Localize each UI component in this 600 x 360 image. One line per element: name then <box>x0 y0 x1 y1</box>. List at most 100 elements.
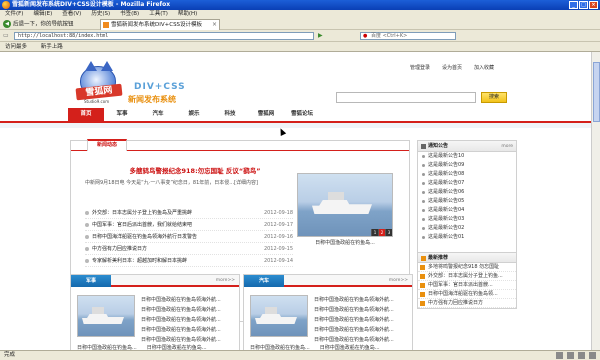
site-search-button[interactable]: 搜索 <box>481 92 507 103</box>
list-item[interactable]: 日称中国渔政船在钓鱼岛领海外航... <box>314 305 410 315</box>
list-item[interactable]: 这是最新公告05 <box>418 197 516 206</box>
nav-item-forum[interactable]: 雪狐论坛 <box>284 108 320 121</box>
list-item[interactable]: 这是最新公告02 <box>418 224 516 233</box>
ship-hull-shape <box>255 314 297 324</box>
add-favorite-link[interactable]: 加入收藏 <box>474 64 494 71</box>
ship-hull-shape <box>82 314 124 324</box>
list-item[interactable]: 这是最新公告04 <box>418 206 516 215</box>
list-item[interactable]: 多地将鸣警报纪念918 勿忘国耻 <box>418 263 516 272</box>
list-item[interactable]: 日称中国渔政船在钓鱼岛领海外航... <box>141 305 237 315</box>
news-date: 2012-09-18 <box>263 210 293 216</box>
hot-header: 最新推荐 <box>418 252 516 263</box>
menu-view[interactable]: 查看(V) <box>62 10 81 19</box>
notice-more-link[interactable]: more <box>501 141 513 152</box>
news-title[interactable]: 外交部：日本志属分子登上钓鱼岛及严重挑衅 <box>85 207 192 219</box>
bookmark-getting-started[interactable]: 新手上路 <box>41 44 63 50</box>
list-item[interactable]: 专家解析美利日本：超越加时和解日本挑衅 2012-09-14 <box>85 255 293 267</box>
photo-caption[interactable]: 日称中国渔政船在钓鱼岛... <box>297 239 393 246</box>
nav-item-entertainment[interactable]: 娱乐 <box>176 108 212 121</box>
list-item[interactable]: 外交部：日本志属分子登上钓鱼岛及严重挑衅 2012-09-18 <box>85 207 293 219</box>
speaker-icon[interactable] <box>578 352 585 359</box>
module-thumbnail[interactable] <box>250 295 308 337</box>
nav-item-tech[interactable]: 科技 <box>212 108 248 121</box>
list-item[interactable]: 日称中国渔政船在钓鱼岛领海外航... <box>314 315 410 325</box>
nav-item-auto[interactable]: 汽车 <box>140 108 176 121</box>
minimize-icon[interactable]: _ <box>569 1 578 9</box>
list-item[interactable]: 中方强有力回应推说日方 2012-09-15 <box>85 243 293 255</box>
network-icon[interactable] <box>589 352 596 359</box>
news-title[interactable]: 中方强有力回应推说日方 <box>85 243 147 255</box>
list-item[interactable]: 中国军事：官日后派出首艘，我们就给结束吧 2012-09-17 <box>85 219 293 231</box>
list-item[interactable]: 日称中国渔政船在钓鱼岛领海外航... <box>314 325 410 335</box>
list-item[interactable]: 日称中国渔政船在钓鱼岛领海外航... <box>314 295 410 305</box>
list-item[interactable]: 这是最新公告06 <box>418 188 516 197</box>
module-thumbnail[interactable] <box>77 295 135 337</box>
featured-photo[interactable]: 1 2 3 <box>297 173 393 237</box>
news-title[interactable]: 专家解析美利日本：超越加时和解日本挑衅 <box>85 255 187 267</box>
list-item[interactable]: 外交部：日本志属分子登上钓鱼... <box>418 272 516 281</box>
news-date: 2012-09-14 <box>263 258 293 264</box>
news-title[interactable]: 日称中国海洋船驱在钓鱼岛领海外航行日发警告 <box>85 231 197 243</box>
pen-icon[interactable] <box>567 352 574 359</box>
admin-login-link[interactable]: 管理登录 <box>410 64 430 71</box>
module-list: 日称中国渔政船在钓鱼岛领海外航... 日称中国渔政船在钓鱼岛领海外航... 日称… <box>314 295 410 345</box>
menu-bookmarks[interactable]: 书签(B) <box>120 10 139 19</box>
firefox-icon <box>2 1 10 9</box>
nav-item-home[interactable]: 首页 <box>68 108 104 121</box>
slide-button-1[interactable]: 1 <box>371 229 378 236</box>
list-item[interactable]: 这是最新公告03 <box>418 215 516 224</box>
list-item[interactable]: 日称中国渔政船在钓鱼岛领海外航... <box>141 325 237 335</box>
close-icon[interactable]: × <box>589 1 598 9</box>
bookmark-most-visited[interactable]: 访问最多 <box>5 44 27 50</box>
menu-help[interactable]: 帮助(H) <box>178 10 197 19</box>
tab-strip: ◀ 后退一下，你的导航按钮 雪狐新闻发布系统DIV+CSS设计模板 × <box>0 19 600 30</box>
vertical-scrollbar[interactable] <box>591 52 600 350</box>
web-search-field[interactable]: ● 百度 <Ctrl+K> <box>360 32 456 40</box>
web-search-placeholder: 百度 <Ctrl+K> <box>371 33 408 39</box>
menu-edit[interactable]: 编辑(E) <box>33 10 52 19</box>
slide-button-3[interactable]: 3 <box>385 229 392 236</box>
tab-news-dynamics[interactable]: 新闻动态 <box>87 139 127 151</box>
module-tab[interactable]: 汽车 <box>244 275 284 287</box>
menu-tools[interactable]: 工具(T) <box>149 10 168 19</box>
address-field[interactable]: http://localhost:88/index.html <box>14 32 314 40</box>
ship-cabin-shape <box>265 307 277 315</box>
browser-tab[interactable]: 雪狐新闻发布系统DIV+CSS设计模板 × <box>100 19 220 30</box>
list-item[interactable]: 这是最新公告09 <box>418 161 516 170</box>
notice-icon <box>421 144 426 149</box>
module-more-link[interactable]: more>> <box>389 278 408 283</box>
addon-icon[interactable] <box>556 352 563 359</box>
headline-link[interactable]: 多艘鸫鸟警报纪念918:勿忘国耻 反议“鹞鸟” <box>95 165 295 175</box>
site-search-input[interactable] <box>336 92 476 103</box>
list-item[interactable]: 日称中国海洋船驱在钓鱼岛领... <box>418 290 516 299</box>
list-item[interactable]: 日称中国渔政船在钓鱼岛领海外航... <box>141 315 237 325</box>
list-item[interactable]: 中国军事：官日本派出首艘... <box>418 281 516 290</box>
module-military: 军事 more>> 日称中国渔政船在钓鱼岛领海外航... 日称中国渔政船在钓鱼岛… <box>70 274 240 354</box>
list-item[interactable]: 这是最新公告07 <box>418 179 516 188</box>
back-arrow-icon: ◀ <box>3 20 11 28</box>
news-list: 外交部：日本志属分子登上钓鱼岛及严重挑衅 2012-09-18 中国军事：官日后派… <box>85 207 293 267</box>
go-arrow-icon[interactable]: ▶ <box>318 32 323 39</box>
nav-item-xuehu[interactable]: 雪狐网 <box>248 108 284 121</box>
list-item[interactable]: 日称中国渔政船在钓鱼岛领海外航... <box>141 295 237 305</box>
module-tab[interactable]: 军事 <box>71 275 111 287</box>
list-item[interactable]: 日称中国海洋船驱在钓鱼岛领海外航行日发警告 2012-09-16 <box>85 231 293 243</box>
scrollbar-thumb[interactable] <box>593 62 600 122</box>
site-logo[interactable]: 雪狐网 Studio9.com <box>75 61 126 104</box>
module-more-link[interactable]: more>> <box>216 278 235 283</box>
nav-item-military[interactable]: 军事 <box>104 108 140 121</box>
tab-close-icon[interactable]: × <box>212 20 217 30</box>
browser-tab-label: 雪狐新闻发布系统DIV+CSS设计模板 <box>111 22 203 28</box>
list-item[interactable]: 这是最新公告08 <box>418 170 516 179</box>
list-item[interactable]: 这是最新公告01 <box>418 233 516 242</box>
back-button[interactable]: ◀ 后退一下，你的导航按钮 <box>3 20 74 29</box>
menu-history[interactable]: 历史(S) <box>91 10 110 19</box>
slide-button-2[interactable]: 2 <box>378 229 385 236</box>
news-title[interactable]: 中国军事：官日后派出首艘，我们就给结束吧 <box>85 219 192 231</box>
bookmarks-toolbar: 访问最多 新手上路 <box>0 42 600 52</box>
list-item[interactable]: 中方强有力回应推说日方 <box>418 299 516 308</box>
list-item[interactable]: 这是最新公告10 <box>418 152 516 161</box>
menu-file[interactable]: 文件(F) <box>5 10 23 19</box>
set-homepage-link[interactable]: 设为首页 <box>442 64 462 71</box>
maximize-icon[interactable]: □ <box>579 1 588 9</box>
